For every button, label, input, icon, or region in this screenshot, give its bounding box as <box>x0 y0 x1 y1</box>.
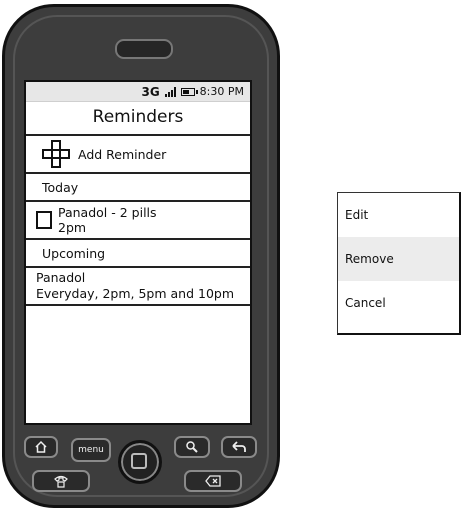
call-key[interactable] <box>32 470 90 492</box>
reminder-time: 2pm <box>58 220 87 235</box>
network-indicator: 3G <box>141 84 160 99</box>
signal-icon <box>164 86 176 97</box>
phone-screen: 3G 8:30 PM Reminders Add Reminder Today … <box>24 80 252 425</box>
home-button[interactable] <box>118 440 162 484</box>
context-menu: Edit Remove Cancel <box>337 192 461 335</box>
status-time: 8:30 PM <box>199 85 244 98</box>
menu-item-remove[interactable]: Remove <box>338 237 459 281</box>
earpiece-speaker <box>115 39 173 59</box>
search-icon <box>186 441 198 453</box>
reminder-text: Panadol Everyday, 2pm, 5pm and 10pm <box>36 270 234 302</box>
section-header-today: Today <box>26 174 250 202</box>
plus-icon <box>42 140 70 168</box>
menu-item-cancel[interactable]: Cancel <box>338 281 459 325</box>
menu-key-label: menu <box>78 445 104 455</box>
reminder-title: Panadol - 2 pills <box>58 205 157 220</box>
reminder-checkbox[interactable] <box>36 211 52 229</box>
reminder-text: Panadol - 2 pills 2pm <box>58 205 157 235</box>
add-reminder-label: Add Reminder <box>78 146 167 162</box>
page-title: Reminders <box>26 102 250 136</box>
section-header-upcoming: Upcoming <box>26 240 250 268</box>
backspace-icon <box>205 475 221 487</box>
phone-icon <box>54 475 68 488</box>
home-key[interactable] <box>24 436 58 458</box>
add-reminder-button[interactable]: Add Reminder <box>26 136 250 174</box>
section-label: Upcoming <box>42 245 106 261</box>
search-key[interactable] <box>174 436 210 458</box>
reminder-schedule: Everyday, 2pm, 5pm and 10pm <box>36 286 235 301</box>
back-key[interactable] <box>221 436 257 458</box>
menu-key[interactable]: menu <box>71 438 111 462</box>
delete-key[interactable] <box>184 470 242 492</box>
menu-item-edit[interactable]: Edit <box>338 193 459 237</box>
battery-icon <box>180 87 198 96</box>
status-bar: 3G 8:30 PM <box>26 82 250 102</box>
back-arrow-icon <box>232 441 246 452</box>
house-icon <box>35 440 47 453</box>
section-label: Today <box>42 179 79 195</box>
reminder-title: Panadol <box>36 270 86 285</box>
reminder-item-upcoming[interactable]: Panadol Everyday, 2pm, 5pm and 10pm <box>26 268 250 306</box>
reminder-item-today[interactable]: Panadol - 2 pills 2pm <box>26 202 250 240</box>
